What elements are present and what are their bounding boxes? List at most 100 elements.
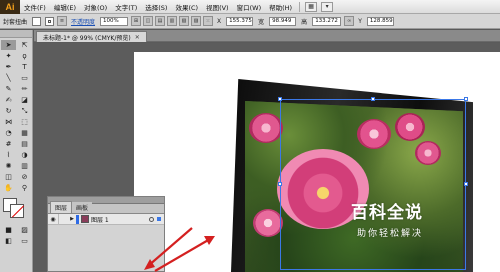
selection-handle[interactable] xyxy=(278,182,282,186)
pen-tool-icon[interactable]: ✒ xyxy=(1,62,16,72)
menu-edit[interactable]: 编辑(E) xyxy=(50,2,80,12)
type-tool-icon[interactable]: T xyxy=(17,62,32,72)
distribute-icon[interactable]: ▧ xyxy=(179,16,190,26)
y-input[interactable]: 128.859 xyxy=(366,16,394,26)
document-tab-title: 未标题-1* @ 99% (CMYK/预览) xyxy=(43,34,131,42)
menu-file[interactable]: 文件(F) xyxy=(20,2,50,12)
gradient-tool-icon[interactable]: ▤ xyxy=(17,139,32,149)
selection-handle[interactable] xyxy=(464,97,468,101)
tab-layers[interactable]: 图层 xyxy=(50,201,73,213)
slice-tool-icon[interactable]: ⊘ xyxy=(17,172,32,182)
menu-type[interactable]: 文字(T) xyxy=(111,2,141,12)
arrange-documents-icon[interactable]: ▾ xyxy=(321,1,334,12)
width-tool-icon[interactable]: ⋈ xyxy=(1,117,16,127)
expand-arrow-icon[interactable]: ▶ xyxy=(68,216,76,222)
menu-separator xyxy=(299,1,301,12)
stroke-swatch[interactable] xyxy=(45,16,55,26)
selection-handle[interactable] xyxy=(464,182,468,186)
screen-mode-icon[interactable]: ▭ xyxy=(17,236,32,246)
menu-effect[interactable]: 效果(C) xyxy=(171,2,202,12)
layer-color-swatch xyxy=(76,214,79,224)
zoom-tool-icon[interactable]: ⚲ xyxy=(17,183,32,193)
color-mode-icon[interactable]: ■ xyxy=(1,225,16,235)
selection-tool-icon[interactable]: ➤ xyxy=(1,40,16,50)
menu-window[interactable]: 窗口(W) xyxy=(233,2,266,12)
reference-point-icon[interactable]: ⁙ xyxy=(203,16,214,26)
hand-tool-icon[interactable]: ✋ xyxy=(1,183,16,193)
layer-thumbnail xyxy=(81,215,89,223)
shape-builder-tool-icon[interactable]: ◔ xyxy=(1,128,16,138)
layers-panel: 图层 画板 ◉ ▶ 图层 1 xyxy=(47,196,165,272)
envelope-options-icon[interactable]: ▤ xyxy=(155,16,166,26)
document-tab-bar: 未标题-1* @ 99% (CMYK/预览) ✕ xyxy=(34,30,500,42)
stroke-color-swatch[interactable] xyxy=(10,204,24,218)
control-bar: 封套扭曲 ≡ 不透明度 100% ⊞ ◫ ▤ ▥ ▧ ▨ ⁙ X 155.375… xyxy=(0,14,500,29)
symbol-sprayer-tool-icon[interactable]: ✺ xyxy=(1,161,16,171)
edit-contents-icon[interactable]: ◫ xyxy=(143,16,154,26)
peony-flower xyxy=(249,113,283,143)
opacity-input[interactable]: 100% xyxy=(100,16,129,26)
menu-bar: Ai 文件(F) 编辑(E) 对象(O) 文字(T) 选择(S) 效果(C) 视… xyxy=(0,0,500,14)
visibility-eye-icon[interactable]: ◉ xyxy=(48,216,58,223)
fill-stroke-control[interactable] xyxy=(1,198,31,220)
selection-indicator[interactable] xyxy=(157,217,161,221)
line-tool-icon[interactable]: ╲ xyxy=(1,73,16,83)
constrain-proportions-icon[interactable]: ∞ xyxy=(344,16,355,26)
close-icon[interactable]: ✕ xyxy=(135,34,140,41)
layer-name[interactable]: 图层 1 xyxy=(91,215,149,224)
menu-help[interactable]: 帮助(H) xyxy=(265,2,296,12)
selection-handle[interactable] xyxy=(371,97,375,101)
fill-swatch[interactable] xyxy=(32,16,42,26)
peony-flower xyxy=(253,209,283,237)
rectangle-tool-icon[interactable]: ▭ xyxy=(17,73,32,83)
watermark-title: 百科全说 xyxy=(351,203,423,223)
opacity-link[interactable]: 不透明度 xyxy=(68,17,98,26)
width-label: 宽 xyxy=(258,18,265,26)
menu-view[interactable]: 视图(V) xyxy=(202,2,233,12)
target-circle-icon[interactable] xyxy=(149,216,154,222)
eraser-tool-icon[interactable]: ◪ xyxy=(17,95,32,105)
paintbrush-tool-icon[interactable]: ✎ xyxy=(1,84,16,94)
style-icon[interactable]: ≡ xyxy=(57,16,68,26)
app-logo: Ai xyxy=(0,0,20,14)
lasso-tool-icon[interactable]: ϙ xyxy=(17,51,32,61)
column-graph-tool-icon[interactable]: ▥ xyxy=(17,161,32,171)
watermark: 百科全说 助你轻松解决 xyxy=(351,198,468,250)
mesh-tool-icon[interactable]: # xyxy=(1,139,16,149)
watermark-subtitle: 助你轻松解决 xyxy=(357,229,424,239)
height-label: 高 xyxy=(301,18,308,26)
magic-wand-tool-icon[interactable]: ✦ xyxy=(1,51,16,61)
tools-panel: ➤ ⇱ ✦ ϙ ✒ T ╲ ▭ ✎ ✏ ✍ ◪ ↻ ⤡ ⋈ ⬚ ◔ ▦ # ▤ … xyxy=(0,30,33,272)
menu-select[interactable]: 选择(S) xyxy=(141,2,171,12)
perspective-grid-tool-icon[interactable]: ▦ xyxy=(17,128,32,138)
gradient-mode-icon[interactable]: ▨ xyxy=(17,225,32,235)
blend-tool-icon[interactable]: ◑ xyxy=(17,150,32,160)
width-input[interactable]: 98.949 xyxy=(269,16,297,26)
align-icon[interactable]: ▥ xyxy=(167,16,178,26)
edit-envelope-icon[interactable]: ⊞ xyxy=(131,16,142,26)
x-input[interactable]: 155.375 xyxy=(226,16,254,26)
draw-normal-icon[interactable]: ◧ xyxy=(1,236,16,246)
eyedropper-tool-icon[interactable]: ⌇ xyxy=(1,150,16,160)
menu-object[interactable]: 对象(O) xyxy=(80,2,111,12)
direct-selection-tool-icon[interactable]: ⇱ xyxy=(17,40,32,50)
scale-tool-icon[interactable]: ⤡ xyxy=(17,106,32,116)
rotate-tool-icon[interactable]: ↻ xyxy=(1,106,16,116)
free-transform-tool-icon[interactable]: ⬚ xyxy=(17,117,32,127)
x-label: X xyxy=(217,17,222,25)
height-input[interactable]: 133.272 xyxy=(312,16,342,26)
y-label: Y xyxy=(358,17,362,25)
lock-toggle[interactable] xyxy=(58,213,68,225)
envelope-distort-label: 封套扭曲 xyxy=(3,18,28,26)
layer-row[interactable]: ◉ ▶ 图层 1 xyxy=(48,213,164,225)
selection-handle[interactable] xyxy=(278,97,282,101)
tools-panel-header[interactable] xyxy=(0,30,32,38)
tab-artboards[interactable]: 画板 xyxy=(72,202,93,213)
blob-brush-tool-icon[interactable]: ✍ xyxy=(1,95,16,105)
artboard-tool-icon[interactable]: ◫ xyxy=(1,172,16,182)
layers-panel-tabs: 图层 画板 xyxy=(48,201,164,214)
pencil-tool-icon[interactable]: ✏ xyxy=(17,84,32,94)
workspace-switcher-icon[interactable]: ▦ xyxy=(305,1,318,12)
document-tab[interactable]: 未标题-1* @ 99% (CMYK/预览) ✕ xyxy=(36,31,147,42)
transform-icon[interactable]: ▨ xyxy=(191,16,202,26)
